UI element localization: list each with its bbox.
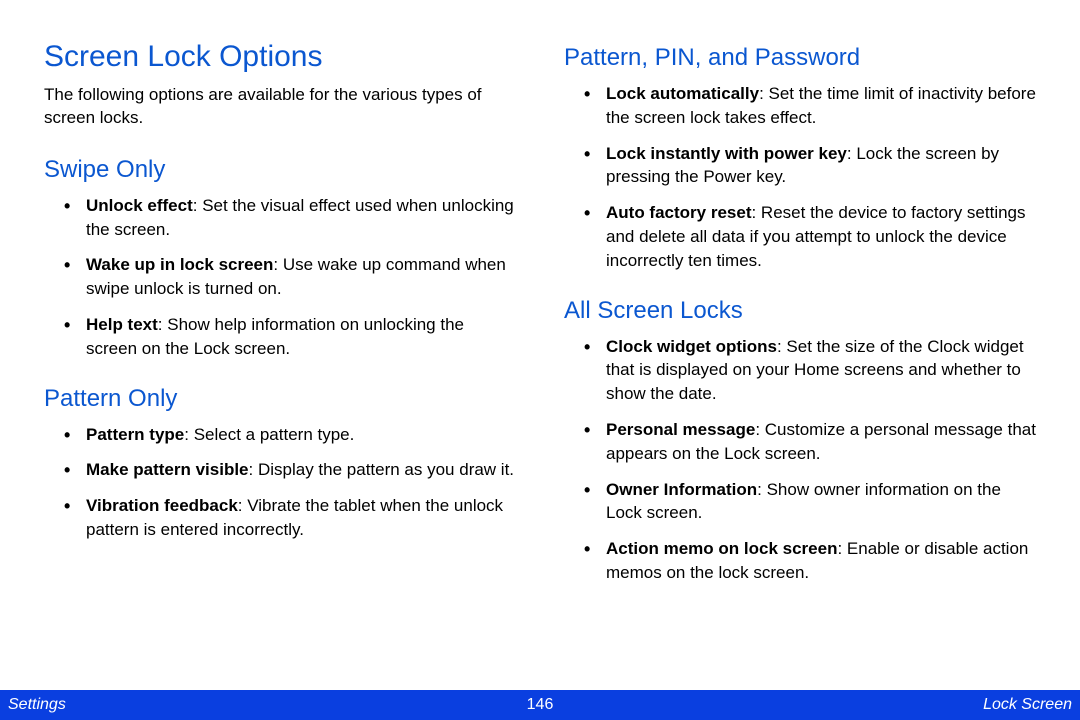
item-term: Owner Information [606,480,757,499]
list-item: Personal message: Customize a personal m… [584,418,1036,466]
item-term: Personal message [606,420,755,439]
section-pattern-only: Pattern Only Pattern type: Select a patt… [44,385,516,542]
item-term: Wake up in lock screen [86,255,273,274]
list-item: Lock automatically: Set the time limit o… [584,82,1036,130]
left-column: Screen Lock Options The following option… [44,40,516,680]
page-footer: Settings 146 Lock Screen [0,690,1080,720]
page-title: Screen Lock Options [44,40,516,74]
item-term: Action memo on lock screen [606,539,837,558]
list-item: Pattern type: Select a pattern type. [64,423,516,447]
list-item: Action memo on lock screen: Enable or di… [584,537,1036,585]
footer-page-number: 146 [527,696,554,714]
item-term: Clock widget options [606,337,777,356]
section-heading: Swipe Only [44,156,516,184]
section-swipe-only: Swipe Only Unlock effect: Set the visual… [44,156,516,361]
item-term: Lock instantly with power key [606,144,847,163]
item-term: Pattern type [86,425,184,444]
manual-page: Screen Lock Options The following option… [0,0,1080,720]
list-item: Auto factory reset: Reset the device to … [584,201,1036,272]
bullet-list: Clock widget options: Set the size of th… [564,335,1036,585]
item-term: Unlock effect [86,196,193,215]
section-heading: Pattern, PIN, and Password [564,44,1036,72]
list-item: Unlock effect: Set the visual effect use… [64,194,516,242]
footer-right: Lock Screen [983,696,1072,714]
right-column: Pattern, PIN, and Password Lock automati… [564,40,1036,680]
item-term: Lock automatically [606,84,759,103]
footer-left: Settings [8,696,66,714]
item-term: Make pattern visible [86,460,249,479]
item-term: Vibration feedback [86,496,238,515]
item-term: Auto factory reset [606,203,751,222]
list-item: Wake up in lock screen: Use wake up comm… [64,253,516,301]
bullet-list: Lock automatically: Set the time limit o… [564,82,1036,273]
item-term: Help text [86,315,158,334]
list-item: Make pattern visible: Display the patter… [64,458,516,482]
list-item: Owner Information: Show owner informatio… [584,478,1036,526]
item-desc: : Display the pattern as you draw it. [249,460,515,479]
intro-text: The following options are available for … [44,84,516,130]
bullet-list: Unlock effect: Set the visual effect use… [44,194,516,361]
item-desc: : Select a pattern type. [184,425,354,444]
section-pattern-pin-password: Pattern, PIN, and Password Lock automati… [564,44,1036,273]
bullet-list: Pattern type: Select a pattern type. Mak… [44,423,516,542]
list-item: Lock instantly with power key: Lock the … [584,142,1036,190]
list-item: Vibration feedback: Vibrate the tablet w… [64,494,516,542]
section-heading: Pattern Only [44,385,516,413]
section-heading: All Screen Locks [564,297,1036,325]
page-content: Screen Lock Options The following option… [0,0,1080,690]
list-item: Help text: Show help information on unlo… [64,313,516,361]
list-item: Clock widget options: Set the size of th… [584,335,1036,406]
section-all-screen-locks: All Screen Locks Clock widget options: S… [564,297,1036,585]
